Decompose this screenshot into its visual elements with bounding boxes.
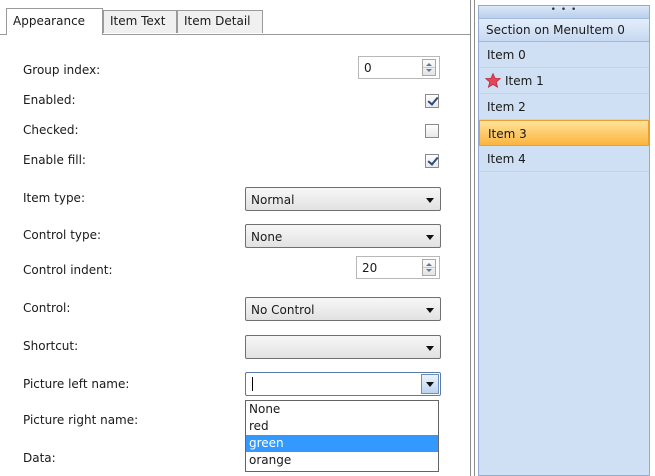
menu-item-label: Item 1 (505, 74, 544, 88)
control-label: Control: (23, 301, 71, 315)
checked-label: Checked: (23, 123, 79, 137)
tab-appearance[interactable]: Appearance (6, 8, 103, 35)
control-select[interactable]: No Control (245, 297, 441, 321)
menu-item-3[interactable]: Item 3 (479, 120, 649, 146)
text-caret (252, 377, 253, 391)
tab-item-detail[interactable]: Item Detail (177, 10, 263, 33)
shortcut-label: Shortcut: (23, 339, 79, 353)
enabled-checkbox[interactable] (425, 94, 439, 108)
dropdown-option-green[interactable]: green (246, 435, 438, 452)
menu-grip-handle[interactable]: • • • (479, 6, 649, 19)
shortcut-select[interactable] (245, 335, 441, 359)
control-indent-value[interactable]: 20 (362, 261, 377, 275)
group-index-label: Group index: (23, 63, 101, 77)
control-indent-row: Control indent: 20 (0, 256, 470, 286)
checked-checkbox[interactable] (425, 124, 439, 138)
control-row: Control: No Control (0, 294, 470, 324)
shortcut-row: Shortcut: (0, 332, 470, 362)
enable-fill-row: Enable fill: (0, 146, 470, 176)
enabled-row: Enabled: (0, 86, 470, 116)
spin-updown-icon[interactable] (422, 259, 436, 276)
picture-right-name-label: Picture right name: (23, 413, 139, 427)
control-type-row: Control type: None (0, 221, 470, 251)
group-index-row: Group index: 0 (0, 56, 470, 86)
item-type-select[interactable]: Normal (245, 187, 441, 211)
group-index-spinner[interactable]: 0 (358, 56, 440, 79)
item-type-row: Item type: Normal (0, 184, 470, 214)
control-indent-label: Control indent: (23, 263, 113, 277)
enable-fill-checkbox[interactable] (425, 154, 439, 168)
control-type-label: Control type: (23, 228, 102, 242)
group-index-value[interactable]: 0 (364, 61, 372, 75)
chevron-down-icon[interactable] (426, 235, 434, 240)
tab-strip: Appearance Item Text Item Detail (0, 0, 470, 35)
picture-left-name-dropdown[interactable]: None red green orange (245, 400, 439, 472)
picture-left-name-combo[interactable] (245, 372, 441, 396)
dropdown-option-none[interactable]: None (246, 401, 438, 418)
star-icon (485, 73, 501, 88)
control-type-select[interactable]: None (245, 224, 441, 248)
dropdown-option-orange[interactable]: orange (246, 452, 438, 469)
dropdown-button[interactable] (421, 374, 439, 394)
enable-fill-label: Enable fill: (23, 153, 86, 167)
control-type-value: None (251, 230, 283, 244)
tab-item-text[interactable]: Item Text (103, 10, 177, 33)
menu-item-0[interactable]: Item 0 (479, 42, 649, 68)
menu-item-4[interactable]: Item 4 (479, 146, 649, 172)
spin-updown-icon[interactable] (422, 59, 436, 76)
chevron-down-icon[interactable] (426, 308, 434, 313)
item-type-value: Normal (251, 193, 295, 207)
item-type-label: Item type: (23, 191, 85, 205)
picture-left-name-row: Picture left name: (0, 370, 470, 400)
chevron-down-icon[interactable] (426, 382, 434, 387)
dropdown-option-red[interactable]: red (246, 418, 438, 435)
menu-section-header: Section on MenuItem 0 (479, 19, 649, 42)
chevron-down-icon[interactable] (426, 346, 434, 351)
enabled-label: Enabled: (23, 93, 76, 107)
menu-preview: • • • Section on MenuItem 0 Item 0 Item … (478, 5, 650, 476)
picture-left-name-label: Picture left name: (23, 377, 130, 391)
control-value: No Control (251, 303, 315, 317)
menu-item-1[interactable]: Item 1 (479, 68, 649, 94)
checked-row: Checked: (0, 116, 470, 146)
control-indent-spinner[interactable]: 20 (356, 256, 440, 279)
panel-splitter[interactable] (470, 0, 478, 476)
data-label: Data: (23, 451, 56, 465)
menu-item-2[interactable]: Item 2 (479, 94, 649, 120)
chevron-down-icon[interactable] (426, 198, 434, 203)
